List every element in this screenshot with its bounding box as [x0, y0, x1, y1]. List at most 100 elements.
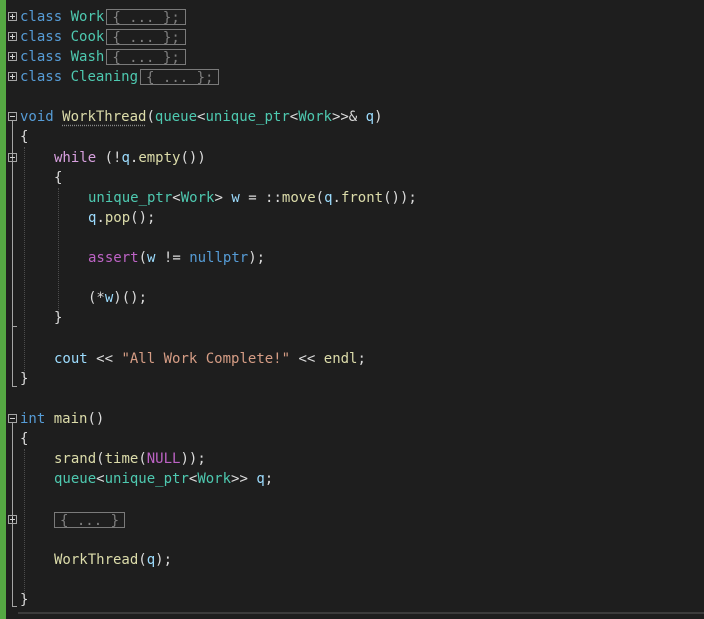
type-name: queue [54, 471, 97, 487]
function-name: WorkThread [54, 552, 139, 568]
expand-icon[interactable] [8, 72, 17, 81]
expand-icon[interactable] [8, 52, 17, 61]
class-name: Work [70, 9, 105, 25]
punctuation: >> [231, 471, 248, 487]
code-line-brace[interactable]: } [20, 590, 28, 610]
brace: } [20, 371, 29, 387]
code-line-class-wash[interactable]: class Wash{ ... }; [20, 47, 186, 67]
function-name: WorkThread [62, 109, 147, 125]
code-line-cout[interactable]: cout << "All Work Complete!" << endl; [54, 349, 366, 369]
expand-icon[interactable] [8, 12, 17, 21]
indent-guide [24, 449, 25, 597]
keyword: int [20, 411, 46, 427]
horizontal-scrollbar-track[interactable] [18, 612, 704, 614]
function-name: time [104, 451, 139, 467]
keyword: nullptr [189, 250, 249, 266]
operator: << [298, 351, 316, 367]
expand-icon[interactable] [8, 515, 17, 524]
type-name: unique_ptr [205, 109, 290, 125]
class-name: Cook [70, 29, 105, 45]
code-line-workthread-call[interactable]: WorkThread(q); [54, 550, 172, 570]
collapsed-block[interactable]: { ... } [54, 512, 126, 529]
punctuation: (! [104, 150, 122, 166]
function-name: main [53, 411, 88, 427]
variable: q [324, 190, 333, 206]
punctuation: (* [88, 290, 105, 306]
keyword: while [54, 150, 97, 166]
collapsed-block[interactable]: { ... }; [106, 49, 186, 66]
type-name: Work [197, 471, 232, 487]
code-line-queue-decl[interactable]: queue<unique_ptr<Work>> q; [54, 469, 273, 489]
operator: = :: [248, 190, 282, 206]
code-line-collapsed-block[interactable]: { ... } [52, 510, 126, 530]
variable: w [147, 250, 156, 266]
punctuation: ()) [180, 150, 206, 166]
keyword: class [20, 69, 63, 85]
code-line-while[interactable]: while (!q.empty()) [54, 148, 206, 168]
type-name: unique_ptr [88, 190, 173, 206]
change-tracking-bar [0, 0, 6, 619]
string-literal: "All Work Complete!" [121, 351, 291, 367]
code-line-brace[interactable]: { [20, 429, 28, 449]
punctuation: )(); [113, 290, 148, 306]
code-line-pop[interactable]: q.pop(); [88, 208, 155, 228]
code-line-main-signature[interactable]: int main() [20, 409, 104, 429]
keyword: class [20, 29, 63, 45]
code-line-class-work[interactable]: class Work{ ... }; [20, 7, 186, 27]
parameter-name: q [365, 109, 375, 125]
fold-end-tick [12, 326, 17, 327]
code-line-workthread-signature[interactable]: void WorkThread(queue<unique_ptr<Work>>&… [20, 107, 383, 127]
punctuation: )); [180, 451, 206, 467]
punctuation: >>& [331, 109, 358, 125]
variable: q [121, 150, 130, 166]
variable: w [231, 190, 240, 206]
function-name: srand [54, 451, 97, 467]
function-name: empty [138, 150, 181, 166]
operator: != [163, 250, 181, 266]
code-line-unique-ptr-decl[interactable]: unique_ptr<Work> w = ::move(q.front()); [88, 188, 417, 208]
code-line-srand[interactable]: srand(time(NULL)); [54, 449, 206, 469]
brace: } [20, 592, 29, 608]
punctuation: () [87, 411, 105, 427]
code-line-brace[interactable]: } [54, 308, 62, 328]
class-name: Cleaning [70, 69, 139, 85]
code-line-class-cook[interactable]: class Cook{ ... }; [20, 27, 186, 47]
punctuation: (); [130, 210, 156, 226]
variable: cout [54, 351, 88, 367]
expand-icon[interactable] [8, 32, 17, 41]
collapsed-block[interactable]: { ... }; [140, 69, 220, 86]
code-line-invoke[interactable]: (*w)(); [88, 288, 147, 308]
code-line-brace[interactable]: { [20, 127, 28, 147]
collapse-icon[interactable] [8, 112, 17, 121]
punctuation: ; [264, 471, 274, 487]
variable: q [146, 552, 156, 568]
indent-guide [24, 147, 25, 377]
code-line-assert[interactable]: assert(w != nullptr); [88, 248, 265, 268]
punctuation: ); [155, 552, 173, 568]
type-name: unique_ptr [104, 471, 189, 487]
function-name: endl [323, 351, 358, 367]
collapse-icon[interactable] [8, 414, 17, 423]
code-line-class-cleaning[interactable]: class Cleaning{ ... }; [20, 67, 220, 87]
class-name: Wash [70, 49, 105, 65]
operator: << [96, 351, 114, 367]
punctuation: ; [357, 351, 366, 367]
keyword: void [20, 109, 54, 125]
keyword: class [20, 49, 63, 65]
indent-guide [58, 188, 59, 316]
variable: q [256, 471, 265, 487]
function-name: front [340, 190, 384, 206]
brace: } [54, 310, 63, 326]
brace: { [54, 170, 63, 186]
code-line-brace[interactable]: } [20, 369, 28, 389]
brace: { [20, 431, 29, 447]
code-line-brace[interactable]: { [54, 168, 62, 188]
macro-name: NULL [146, 451, 181, 467]
macro-name: assert [88, 250, 139, 266]
function-name: pop [104, 210, 131, 226]
punctuation: ()); [383, 190, 417, 206]
type-name: Work [180, 190, 215, 206]
collapsed-block[interactable]: { ... }; [106, 29, 186, 46]
collapsed-block[interactable]: { ... }; [106, 9, 186, 26]
collapse-icon[interactable] [8, 153, 17, 162]
